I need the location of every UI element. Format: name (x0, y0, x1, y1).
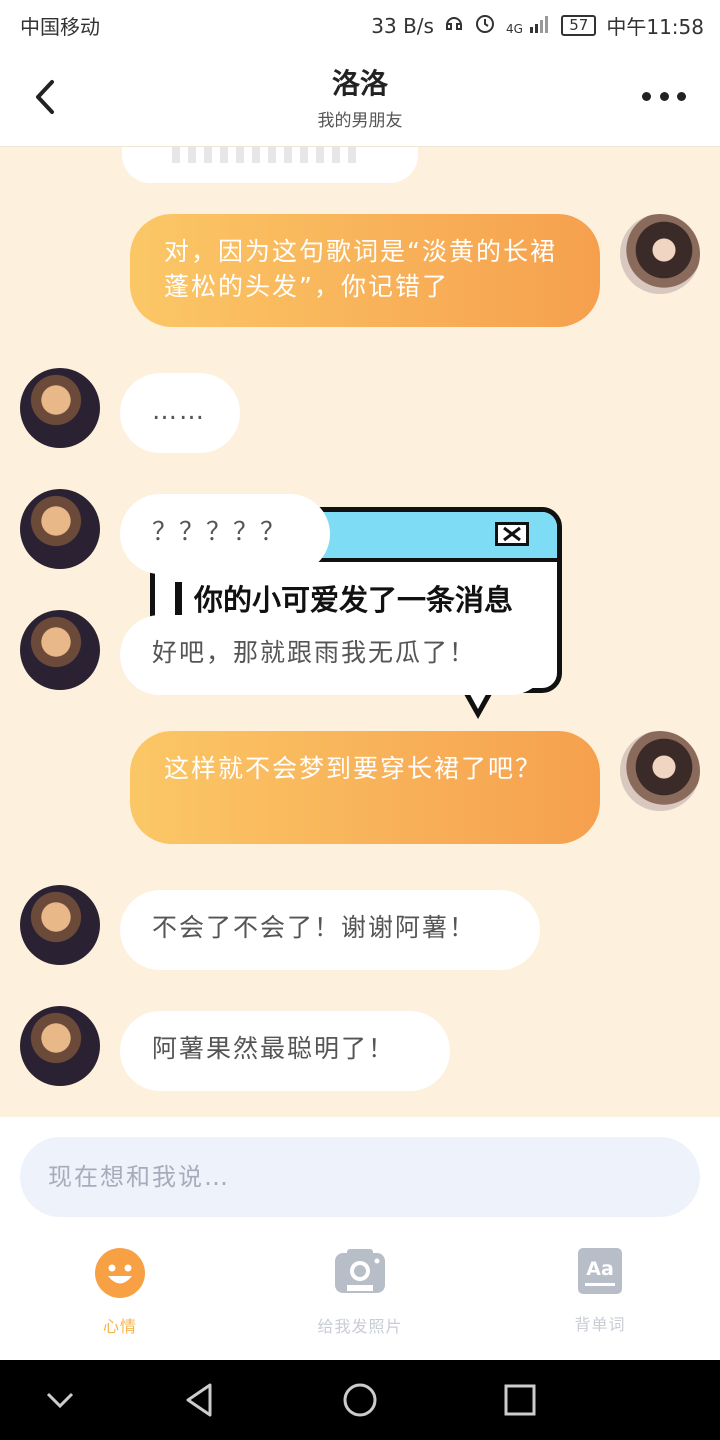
message-bubble-received[interactable]: …… (120, 373, 240, 453)
message-bubble-received[interactable]: ？？？？？ (120, 494, 330, 574)
tab-label: 给我发照片 (317, 1317, 403, 1336)
contact-relation: 我的男朋友 (317, 111, 403, 131)
image-message[interactable] (122, 147, 418, 183)
function-tabs: 心情 给我发照片 Aa 背单词 (0, 1247, 720, 1347)
avatar-contact[interactable] (20, 489, 100, 569)
signal-icon: 4G (506, 14, 551, 38)
message-bubble-sent[interactable]: 这样就不会梦到要穿长裙了吧？ (130, 731, 600, 844)
composer: 心情 给我发照片 Aa 背单词 (0, 1117, 720, 1360)
headphone-icon (444, 13, 464, 38)
avatar-self[interactable] (620, 731, 700, 811)
recents-square-icon[interactable] (500, 1380, 540, 1420)
message-bubble-received[interactable]: 不会了不会了！谢谢阿薯！ (120, 890, 540, 970)
network-speed: 33 B/s (371, 13, 434, 38)
message-bubble-received[interactable]: 好吧，那就跟雨我无瓜了！ (120, 615, 550, 695)
status-icons: 33 B/s 4G 57 中午11:58 (371, 11, 704, 40)
avatar-self[interactable] (620, 214, 700, 294)
avatar-contact[interactable] (20, 610, 100, 690)
tab-label: 背单词 (574, 1315, 626, 1334)
message-bubble-received[interactable]: 阿薯果然最聪明了！ (120, 1011, 450, 1091)
dictionary-icon: Aa (577, 1248, 623, 1301)
home-circle-icon[interactable] (340, 1380, 380, 1420)
avatar-contact[interactable] (20, 1006, 100, 1086)
clock: 中午11:58 (606, 15, 704, 39)
back-triangle-icon[interactable] (180, 1380, 220, 1420)
chat-area[interactable]: 对，因为这句歌词是“淡黄的长裙 蓬松的头发”，你记错了 …… 你的小可爱发了一条… (0, 147, 720, 1117)
message-input[interactable] (20, 1137, 700, 1217)
camera-icon (333, 1249, 387, 1303)
tab-label: 心情 (102, 1317, 137, 1336)
contact-name: 洛洛 (331, 67, 388, 100)
more-dots-icon[interactable] (642, 86, 686, 106)
popup-title: 你的小可爱发了一条消息 (175, 582, 513, 618)
network-type: 4G (505, 21, 523, 36)
tab-send-photo[interactable]: 给我发照片 (270, 1247, 450, 1337)
avatar-contact[interactable] (20, 368, 100, 448)
avatar-contact[interactable] (20, 885, 100, 965)
chevron-down-icon[interactable] (40, 1380, 80, 1420)
smile-icon (94, 1248, 146, 1303)
alarm-icon (474, 12, 496, 39)
tab-mood[interactable]: 心情 (30, 1247, 210, 1337)
svg-text:Aa: Aa (586, 1258, 614, 1280)
system-navigation-bar (0, 1360, 720, 1440)
chat-header: 洛洛 我的男朋友 (0, 48, 720, 147)
tab-vocabulary[interactable]: Aa 背单词 (510, 1247, 690, 1335)
message-bubble-sent[interactable]: 对，因为这句歌词是“淡黄的长裙 蓬松的头发”，你记错了 (130, 214, 600, 327)
battery-indicator: 57 (561, 15, 597, 36)
carrier-name: 中国移动 (20, 15, 100, 39)
close-icon[interactable] (495, 522, 529, 546)
status-bar: 中国移动 33 B/s 4G 57 中午11:58 (0, 0, 720, 48)
